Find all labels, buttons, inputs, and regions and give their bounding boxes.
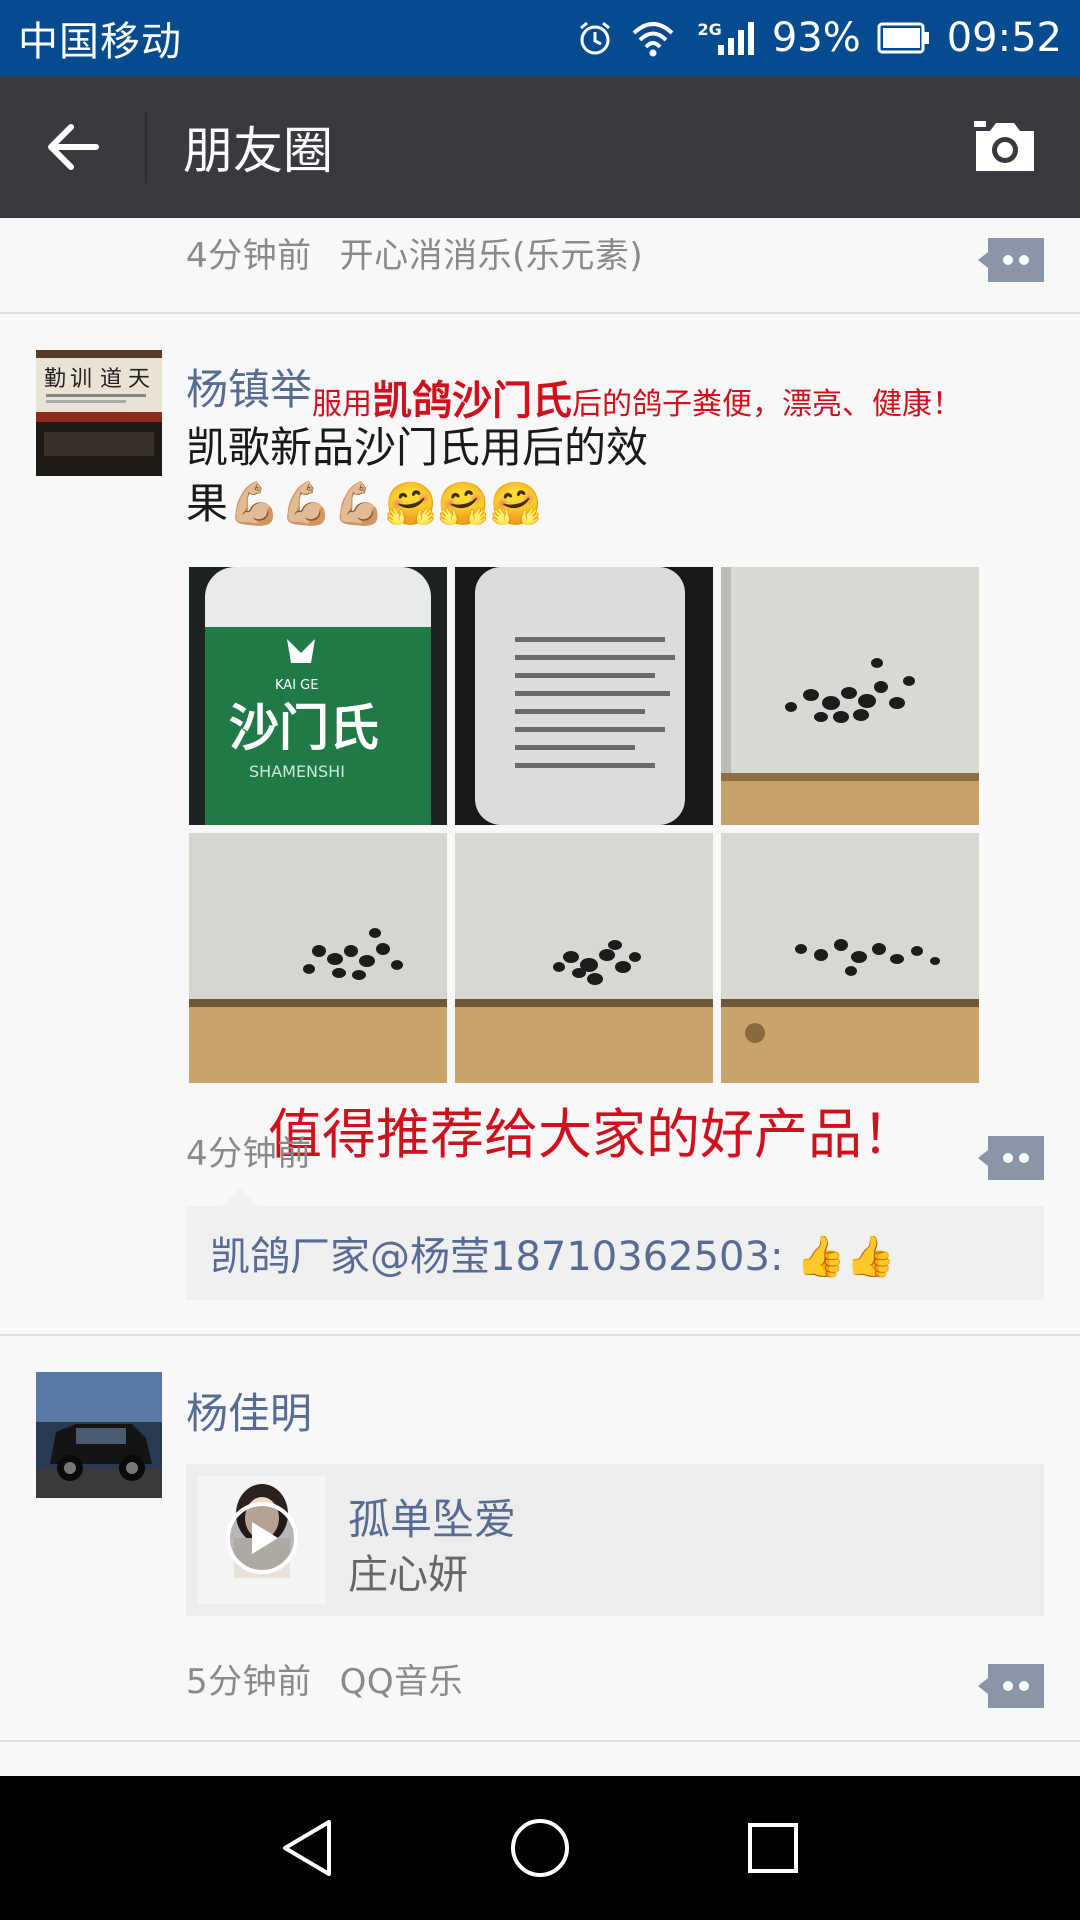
wifi-icon xyxy=(630,19,676,57)
square-recents-icon xyxy=(748,1823,799,1873)
photo-product-text: 沙门氏 xyxy=(229,699,379,757)
song-artist: 庄心妍 xyxy=(348,1552,468,1598)
nav-back-button[interactable] xyxy=(247,1788,367,1908)
album-cover[interactable] xyxy=(198,1476,326,1604)
carrier-name: 中国移动 xyxy=(18,19,182,65)
post-photo[interactable] xyxy=(721,833,979,1083)
divider xyxy=(0,1334,1080,1336)
circle-home-icon xyxy=(510,1819,569,1877)
post-username[interactable]: 杨镇举 xyxy=(186,356,312,417)
comment-icon[interactable] xyxy=(978,1136,1044,1180)
post-time: 4分钟前 xyxy=(186,1134,312,1174)
comment-item[interactable]: 凯鸽厂家@杨莹18710362503: 👍👍 xyxy=(210,1224,896,1282)
post-source-link[interactable]: QQ音乐 xyxy=(340,1662,464,1702)
divider xyxy=(0,312,1080,314)
svg-text:道: 道 xyxy=(100,367,122,392)
svg-text:天: 天 xyxy=(128,367,150,392)
post-meta: 5分钟前 QQ音乐 xyxy=(186,1654,463,1703)
divider xyxy=(0,1740,1080,1742)
post-time: 5分钟前 xyxy=(186,1662,312,1702)
post-photo[interactable] xyxy=(455,567,713,825)
camera-button[interactable] xyxy=(930,76,1080,218)
photo-brand-text: KAI GE xyxy=(275,678,318,693)
comments-box: 凯鸽厂家@杨莹18710362503: 👍👍 xyxy=(186,1188,1044,1300)
system-nav-bar xyxy=(0,1776,1080,1920)
avatar[interactable]: 勤 训 道 天 xyxy=(36,350,162,476)
post-username[interactable]: 杨佳明 xyxy=(186,1380,312,1441)
clock: 09:52 xyxy=(946,15,1062,61)
photo-pinyin-text: SHAMENSHI xyxy=(249,762,345,781)
status-bar: 中国移动 2G 93% 09:52 xyxy=(0,0,1080,76)
promo-overlay-bottom: 值得推荐给大家的好产品！ xyxy=(268,1103,916,1166)
signal-icon xyxy=(716,19,756,57)
post-time: 4分钟前 xyxy=(186,236,312,276)
back-button[interactable] xyxy=(0,76,145,218)
promo-overlay-top: 服用凯鸽沙门氏后的鸽子粪便，漂亮、健康！ xyxy=(312,368,962,426)
battery-percent: 93% xyxy=(771,15,861,61)
post-meta: 4分钟前 xyxy=(186,1126,312,1175)
battery-icon xyxy=(877,21,931,55)
post-photo[interactable] xyxy=(721,567,979,825)
play-icon[interactable] xyxy=(198,1476,326,1604)
music-card[interactable]: 孤单坠爱 庄心妍 xyxy=(186,1464,1044,1616)
post-photo[interactable]: KAI GE 沙门氏 SHAMENSHI xyxy=(189,567,447,825)
post-text: 凯歌新品沙门氏用后的效 果💪🏼💪🏼💪🏼🤗🤗🤗 xyxy=(186,420,648,532)
page-title: 朋友圈 xyxy=(183,122,333,180)
title-bar: 朋友圈 xyxy=(0,76,1080,218)
alarm-icon xyxy=(576,19,614,57)
nav-recents-button[interactable] xyxy=(713,1788,833,1908)
svg-text:训: 训 xyxy=(70,367,92,392)
promo-prefix: 服用 xyxy=(312,387,372,422)
post-text-line: 果💪🏼💪🏼💪🏼🤗🤗🤗 xyxy=(186,479,542,528)
network-type: 2G xyxy=(697,20,722,39)
post-source-link[interactable]: 开心消消乐(乐元素) xyxy=(340,236,644,276)
triangle-back-icon xyxy=(282,1820,331,1876)
nav-home-button[interactable] xyxy=(480,1788,600,1908)
back-arrow-icon xyxy=(47,124,99,170)
comment-icon[interactable] xyxy=(978,238,1044,282)
post-text-line: 凯歌新品沙门氏用后的效 xyxy=(186,423,649,472)
post-photo[interactable] xyxy=(189,833,447,1083)
comment-icon[interactable] xyxy=(978,1664,1044,1708)
post-meta: 4分钟前 开心消消乐(乐元素) xyxy=(186,228,643,277)
avatar[interactable] xyxy=(36,1372,162,1498)
comments-arrow xyxy=(222,1188,258,1206)
song-title: 孤单坠爱 xyxy=(348,1495,517,1544)
svg-text:勤: 勤 xyxy=(44,367,66,392)
post-photo[interactable] xyxy=(455,833,713,1083)
promo-brand: 凯鸽沙门氏 xyxy=(372,378,572,424)
camera-icon xyxy=(974,121,1034,171)
promo-suffix: 后的鸽子粪便，漂亮、健康！ xyxy=(572,387,962,422)
